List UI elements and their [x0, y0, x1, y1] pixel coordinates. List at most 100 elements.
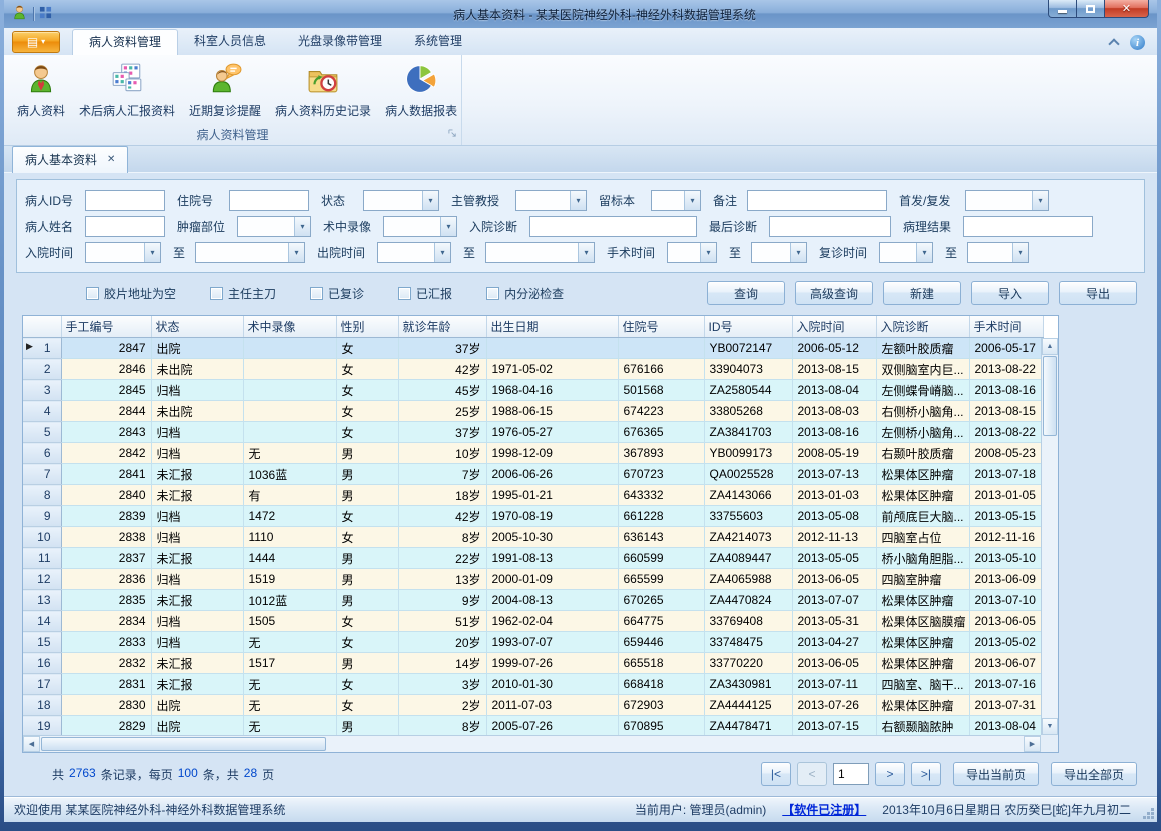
application-menu-button[interactable]: ▤ ▾ [12, 31, 60, 53]
patient-name-input[interactable] [85, 216, 165, 237]
column-header-id-number[interactable]: ID号 [704, 316, 792, 338]
maximize-button[interactable] [1077, 0, 1104, 18]
table-row[interactable]: 14 2834 归档 1505 女 51岁 1962-02-04 664775 … [23, 611, 1043, 632]
row-header-cell[interactable]: ▶1 [23, 338, 61, 359]
vertical-scrollbar[interactable]: ▲ ▼ [1041, 338, 1058, 735]
professor-combo[interactable]: ▾ [515, 190, 587, 211]
table-row[interactable]: 17 2831 未汇报 无 女 3岁 2010-01-30 668418 ZA3… [23, 674, 1043, 695]
chevron-down-icon[interactable]: ▾ [578, 243, 594, 262]
chevron-down-icon[interactable]: ▾ [700, 243, 716, 262]
dialog-launcher-icon[interactable] [448, 127, 457, 141]
horizontal-scroll-thumb[interactable] [41, 737, 326, 751]
column-header-surgery-video[interactable]: 术中录像 [243, 316, 336, 338]
patient-history-button[interactable]: 病人资料历史记录 [268, 59, 378, 122]
admission-date-to-combo[interactable]: ▾ [195, 242, 305, 263]
row-header-cell[interactable]: 9 [23, 506, 61, 527]
chevron-down-icon[interactable]: ▾ [294, 217, 310, 236]
specimen-combo[interactable]: ▾ [651, 190, 701, 211]
chevron-down-icon[interactable]: ▾ [1032, 191, 1048, 210]
checkbox-icon[interactable] [210, 287, 223, 300]
checkbox-chief-surgeon[interactable]: 主任主刀 [210, 285, 276, 302]
info-icon[interactable]: i [1130, 35, 1145, 50]
scroll-left-icon[interactable]: ◀ [23, 736, 40, 752]
checkbox-reported[interactable]: 已汇报 [398, 285, 452, 302]
doc-tab-patient-basic-info[interactable]: 病人基本资料 ✕ [12, 146, 128, 173]
checkbox-film-address-empty[interactable]: 胶片地址为空 [86, 285, 176, 302]
row-header-cell[interactable]: 2 [23, 359, 61, 380]
new-button[interactable]: 新建 [883, 281, 961, 305]
table-row[interactable]: 4 2844 未出院 女 25岁 1988-06-15 674223 33805… [23, 401, 1043, 422]
first-recurrence-combo[interactable]: ▾ [965, 190, 1049, 211]
table-row[interactable]: 6 2842 归档 无 男 10岁 1998-12-09 367893 YB00… [23, 443, 1043, 464]
vertical-scroll-thumb[interactable] [1043, 356, 1057, 436]
chevron-down-icon[interactable]: ▾ [434, 243, 450, 262]
column-header-visit-age[interactable]: 就诊年龄 [398, 316, 486, 338]
column-header-admission-date[interactable]: 入院时间 [792, 316, 876, 338]
row-header-cell[interactable]: 11 [23, 548, 61, 569]
export-all-pages-button[interactable]: 导出全部页 [1051, 762, 1137, 786]
table-row[interactable]: 8 2840 未汇报 有 男 18岁 1995-01-21 643332 ZA4… [23, 485, 1043, 506]
checkbox-icon[interactable] [486, 287, 499, 300]
column-header-surgery-date[interactable]: 手术时间 [969, 316, 1043, 338]
last-page-button[interactable]: >| [911, 762, 941, 786]
patient-report-button[interactable]: 病人数据报表 [378, 59, 464, 122]
table-row[interactable]: ▶1 2847 出院 女 37岁 YB0072147 2006-05-12 左额… [23, 338, 1043, 359]
row-header-cell[interactable]: 16 [23, 653, 61, 674]
row-header-cell[interactable]: 14 [23, 611, 61, 632]
table-row[interactable]: 12 2836 归档 1519 男 13岁 2000-01-09 665599 … [23, 569, 1043, 590]
checkbox-icon[interactable] [310, 287, 323, 300]
collapse-ribbon-icon[interactable] [1108, 38, 1119, 49]
row-header-cell[interactable]: 7 [23, 464, 61, 485]
row-header-cell[interactable]: 3 [23, 380, 61, 401]
scroll-up-icon[interactable]: ▲ [1042, 338, 1058, 355]
table-row[interactable]: 2 2846 未出院 女 42岁 1971-05-02 676166 33904… [23, 359, 1043, 380]
revisit-date-from-combo[interactable]: ▾ [879, 242, 933, 263]
query-button[interactable]: 查询 [707, 281, 785, 305]
row-header-cell[interactable]: 5 [23, 422, 61, 443]
chevron-down-icon[interactable]: ▾ [684, 191, 700, 210]
revisit-date-to-combo[interactable]: ▾ [967, 242, 1029, 263]
checkbox-revisited[interactable]: 已复诊 [310, 285, 364, 302]
revisit-reminder-button[interactable]: 近期复诊提醒 [182, 59, 268, 122]
column-header-admission-number[interactable]: 住院号 [618, 316, 704, 338]
table-row[interactable]: 5 2843 归档 女 37岁 1976-05-27 676365 ZA3841… [23, 422, 1043, 443]
ribbon-tab-department-staff[interactable]: 科室人员信息 [178, 29, 282, 55]
chevron-down-icon[interactable]: ▾ [144, 243, 160, 262]
table-row[interactable]: 11 2837 未汇报 1444 男 22岁 1991-08-13 660599… [23, 548, 1043, 569]
pathology-result-input[interactable] [963, 216, 1093, 237]
resize-grip[interactable] [1151, 816, 1154, 819]
close-button[interactable]: ✕ [1104, 0, 1149, 18]
surgery-video-combo[interactable]: ▾ [383, 216, 457, 237]
remarks-input[interactable] [747, 190, 887, 211]
row-header-cell[interactable]: 19 [23, 716, 61, 737]
advanced-query-button[interactable]: 高级查询 [795, 281, 873, 305]
final-diagnosis-input[interactable] [769, 216, 891, 237]
discharge-date-to-combo[interactable]: ▾ [485, 242, 595, 263]
window-layout-icon[interactable] [39, 6, 52, 22]
patient-data-button[interactable]: 病人资料 [10, 59, 72, 122]
import-button[interactable]: 导入 [971, 281, 1049, 305]
column-header-manual-number[interactable]: 手工编号 [61, 316, 151, 338]
minimize-button[interactable] [1048, 0, 1077, 18]
surgery-date-from-combo[interactable]: ▾ [667, 242, 717, 263]
chevron-down-icon[interactable]: ▾ [1012, 243, 1028, 262]
table-row[interactable]: 18 2830 出院 无 女 2岁 2011-07-03 672903 ZA44… [23, 695, 1043, 716]
table-row[interactable]: 3 2845 归档 女 45岁 1968-04-16 501568 ZA2580… [23, 380, 1043, 401]
close-tab-icon[interactable]: ✕ [107, 154, 115, 165]
ribbon-tab-disc-tape-management[interactable]: 光盘录像带管理 [282, 29, 398, 55]
status-combo[interactable]: ▾ [363, 190, 439, 211]
chevron-down-icon[interactable]: ▾ [288, 243, 304, 262]
checkbox-endocrine-exam[interactable]: 内分泌检查 [486, 285, 564, 302]
tumor-site-combo[interactable]: ▾ [237, 216, 311, 237]
row-header-cell[interactable]: 10 [23, 527, 61, 548]
admission-no-input[interactable] [229, 190, 309, 211]
table-row[interactable]: 9 2839 归档 1472 女 42岁 1970-08-19 661228 3… [23, 506, 1043, 527]
column-header-gender[interactable]: 性别 [336, 316, 398, 338]
row-header-cell[interactable]: 15 [23, 632, 61, 653]
export-button[interactable]: 导出 [1059, 281, 1137, 305]
chevron-down-icon[interactable]: ▾ [916, 243, 932, 262]
ribbon-tab-patient-data-management[interactable]: 病人资料管理 [72, 29, 178, 55]
ribbon-tab-system-management[interactable]: 系统管理 [398, 29, 478, 55]
table-row[interactable]: 19 2829 出院 无 男 8岁 2005-07-26 670895 ZA44… [23, 716, 1043, 737]
postop-report-button[interactable]: 术后病人汇报资料 [72, 59, 182, 122]
